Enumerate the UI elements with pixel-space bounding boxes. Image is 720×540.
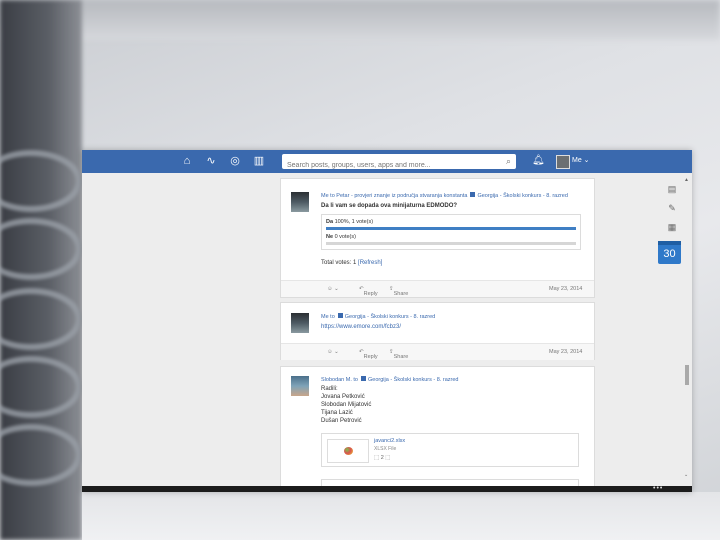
search-input[interactable]: [282, 158, 497, 173]
post-text-line: Dušan Petrović: [321, 418, 362, 424]
reply-button[interactable]: ↶ Reply: [359, 286, 378, 297]
file-name[interactable]: javanci2.xlsx: [374, 438, 405, 444]
calendar-icon[interactable]: 30: [658, 241, 681, 264]
post-header[interactable]: Slobodan M. to Georgija - Školski konkurs…: [321, 376, 458, 383]
avatar[interactable]: [291, 376, 309, 396]
share-button[interactable]: ⇪ Share: [389, 349, 408, 360]
search-box[interactable]: ⌕: [282, 154, 516, 173]
avatar[interactable]: [291, 313, 309, 333]
backpack-icon[interactable]: ▤: [666, 183, 678, 195]
background-desk: [82, 492, 720, 540]
search-icon[interactable]: ⌕: [506, 154, 511, 169]
post-date: May 23, 2014: [549, 349, 583, 355]
post-card: Me to Petar - provjeri znanje iz područj…: [280, 178, 595, 298]
activity-icon[interactable]: ∿: [204, 154, 218, 168]
avatar[interactable]: [556, 155, 570, 169]
group-icon: [337, 313, 343, 318]
post-card: Me to Georgija - Školski konkurs - 8. raz…: [280, 302, 595, 360]
wrench-icon[interactable]: ✎: [666, 202, 678, 214]
reply-button[interactable]: ↶ Reply: [359, 349, 378, 360]
total-votes: Total votes: 1 [Refresh]: [321, 260, 383, 266]
post-text-line: Tijana Lazić: [321, 410, 353, 416]
avatar[interactable]: [291, 192, 309, 212]
scroll-down-arrow[interactable]: ⌄: [684, 472, 688, 478]
poll-box: Da 100%, 1 vote(s) Ne 0 vote(s): [321, 214, 581, 250]
attachment-card[interactable]: javanci2.xlsx XLSX File ⬚ 2 ⬚: [321, 433, 579, 467]
like-icon[interactable]: ☺ ⌄: [327, 349, 339, 355]
group-icon: [361, 376, 366, 381]
account-menu[interactable]: Me ⌄: [572, 155, 590, 167]
post-date: May 23, 2014: [549, 286, 583, 292]
post-link[interactable]: https://www.emore.com/fcbz3/: [321, 324, 401, 330]
background-blur: [0, 0, 720, 40]
post-footer: ☺ ⌄ ↶ Reply ⇪ Share May 23, 2014: [281, 280, 594, 297]
share-button[interactable]: ⇪ Share: [389, 286, 408, 297]
post-text-line: Radili:: [321, 386, 338, 392]
group-icon: [470, 192, 476, 197]
post-text-line: Slobodan Mijatović: [321, 402, 372, 408]
apps-grid-icon[interactable]: ▦: [666, 221, 678, 233]
compass-icon[interactable]: ◎: [228, 154, 242, 168]
more-dots-icon: •••: [653, 485, 664, 492]
top-navigation-bar: ⌂ ∿ ◎ ▥ ⌕ 🔔︎ Me ⌄: [82, 150, 692, 173]
file-actions[interactable]: ⬚ 2 ⬚: [374, 455, 391, 461]
post-footer: ☺ ⌄ ↶ Reply ⇪ Share May 23, 2014: [281, 343, 594, 360]
scrollbar-thumb[interactable]: [685, 365, 689, 385]
book-icon[interactable]: ▥: [252, 154, 266, 168]
poll-question: Da li vam se dopada ova minijaturna EDMO…: [321, 203, 458, 209]
post-header[interactable]: Me to Petar - provjeri znanje iz područj…: [321, 192, 568, 199]
like-icon[interactable]: ☺ ⌄: [327, 286, 339, 292]
post-card: Slobodan M. to Georgija - Školski konkurs…: [280, 366, 595, 492]
file-thumbnail[interactable]: [327, 439, 369, 463]
poll-option[interactable]: Ne 0 vote(s): [326, 234, 356, 240]
refresh-link[interactable]: [Refresh]: [358, 260, 382, 266]
post-text-line: Jovana Petković: [321, 394, 365, 400]
poll-result-bar: [326, 227, 576, 230]
app-window: ⌂ ∿ ◎ ▥ ⌕ 🔔︎ Me ⌄ Me to Petar - provjeri…: [82, 150, 692, 492]
post-header[interactable]: Me to Georgija - Školski konkurs - 8. raz…: [321, 313, 435, 320]
screen-bezel: [82, 486, 692, 492]
scroll-up-arrow[interactable]: ▲: [684, 177, 689, 183]
file-type: XLSX File: [374, 446, 397, 452]
home-icon[interactable]: ⌂: [180, 154, 194, 168]
bell-icon[interactable]: 🔔︎: [532, 154, 545, 168]
poll-option[interactable]: Da 100%, 1 vote(s): [326, 219, 373, 225]
poll-result-bar: [326, 242, 576, 245]
